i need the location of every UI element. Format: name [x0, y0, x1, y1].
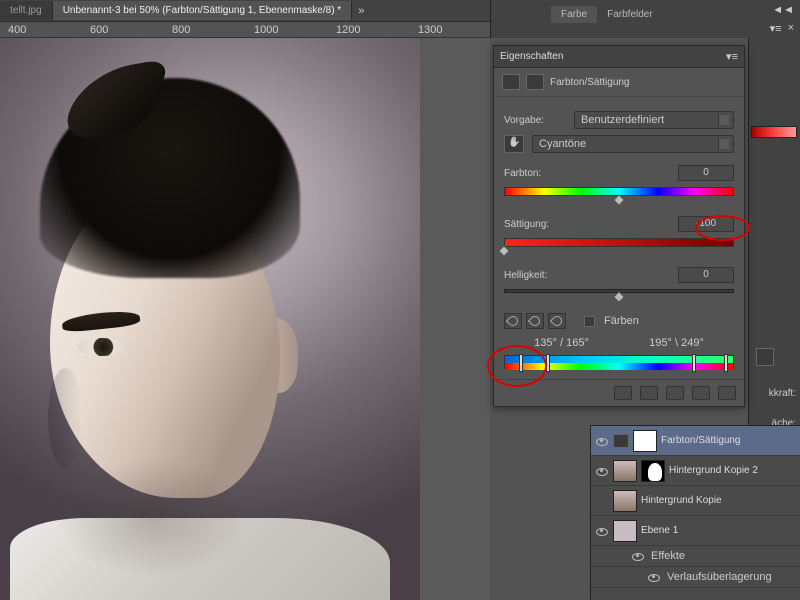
layer-row[interactable]: Hintergrund Kopie 2: [591, 456, 800, 486]
hue-range-bar[interactable]: [504, 355, 734, 369]
layer-row[interactable]: Hintergrund Kopie: [591, 486, 800, 516]
layer-fx-item[interactable]: Verlaufsüberlagerung: [591, 567, 800, 588]
tool-icon[interactable]: [756, 348, 774, 366]
toggle-visibility-icon[interactable]: [692, 386, 710, 400]
view-previous-icon[interactable]: [640, 386, 658, 400]
eyedropper-icon[interactable]: [504, 313, 522, 329]
saturation-slider-thumb[interactable]: [498, 245, 509, 256]
layer-row[interactable]: Ebene 1: [591, 516, 800, 546]
layer-name: Hintergrund Kopie: [641, 495, 722, 506]
layer-thumb[interactable]: [613, 460, 637, 482]
lightness-input[interactable]: 0: [678, 267, 734, 283]
visibility-icon[interactable]: [595, 434, 609, 448]
visibility-icon[interactable]: [647, 570, 661, 584]
doc-tab-2[interactable]: Unbenannt-3 bei 50% (Farbton/Sättigung 1…: [53, 1, 353, 20]
lightness-label: Helligkeit:: [504, 270, 678, 281]
panel-close-icon[interactable]: ×: [788, 22, 794, 35]
color-panel-header: ◄◄ Farbe Farbfelder ▾≡ ×: [490, 0, 800, 38]
adjustment-name: Farbton/Sättigung: [550, 77, 630, 88]
visibility-icon[interactable]: [595, 464, 609, 478]
eyedropper-subtract-icon[interactable]: [548, 313, 566, 329]
layer-name: Hintergrund Kopie 2: [669, 465, 758, 476]
hue-range-handle[interactable]: [692, 354, 696, 372]
doc-tab-1[interactable]: tellt.jpg: [0, 1, 53, 20]
opacity-label: kkraft:: [769, 388, 796, 399]
tabs-overflow-icon[interactable]: »: [352, 5, 370, 17]
ruler-tick: 1000: [254, 24, 278, 36]
layer-mask-thumb[interactable]: [633, 430, 657, 452]
visibility-icon[interactable]: [631, 549, 645, 563]
hue-range-handle[interactable]: [519, 354, 523, 372]
hue-input[interactable]: 0: [678, 165, 734, 181]
colorize-checkbox[interactable]: [584, 316, 595, 327]
hue-range-handle[interactable]: [546, 354, 550, 372]
layers-panel: Farbton/Sättigung Hintergrund Kopie 2 Hi…: [590, 425, 800, 600]
saturation-label: Sättigung:: [504, 219, 678, 230]
visibility-icon[interactable]: [595, 524, 609, 538]
colorize-label: Färben: [604, 315, 639, 327]
layer-thumb[interactable]: [613, 520, 637, 542]
reset-icon[interactable]: [666, 386, 684, 400]
trash-icon[interactable]: [718, 386, 736, 400]
ruler-tick: 400: [8, 24, 26, 36]
canvas[interactable]: [0, 38, 490, 600]
channel-dropdown[interactable]: Cyantöne▾: [532, 135, 734, 153]
eyedropper-add-icon[interactable]: [526, 313, 544, 329]
photo-portrait: [0, 38, 420, 600]
layer-row[interactable]: Farbton/Sättigung: [591, 426, 800, 456]
panel-menu-icon[interactable]: ▾≡: [770, 22, 782, 35]
preset-dropdown[interactable]: Benutzerdefiniert▾: [574, 111, 734, 129]
properties-title: Eigenschaften: [500, 51, 563, 62]
color-ramp[interactable]: [751, 126, 797, 138]
tab-farbe[interactable]: Farbe: [551, 6, 597, 23]
effects-label: Effekte: [651, 550, 685, 562]
ruler-tick: 800: [172, 24, 190, 36]
layer-name: Ebene 1: [641, 525, 678, 536]
adjustment-thumb-icon: [613, 434, 629, 448]
properties-panel: Eigenschaften ▾≡ Farbton/Sättigung Vorga…: [493, 45, 745, 407]
tab-farbfelder[interactable]: Farbfelder: [597, 6, 663, 23]
mask-icon[interactable]: [526, 74, 544, 90]
ruler-tick: 1300: [418, 24, 442, 36]
adjustment-icon[interactable]: [502, 74, 520, 90]
layer-mask-thumb[interactable]: [641, 460, 665, 482]
saturation-slider[interactable]: [504, 238, 734, 247]
hue-range-handle[interactable]: [724, 354, 728, 372]
ruler-tick: 600: [90, 24, 108, 36]
saturation-input[interactable]: -100: [678, 216, 734, 232]
preset-label: Vorgabe:: [504, 115, 574, 126]
hue-slider-thumb[interactable]: [613, 194, 624, 205]
layer-thumb[interactable]: [613, 490, 637, 512]
layer-name: Farbton/Sättigung: [661, 435, 741, 446]
lightness-slider-thumb[interactable]: [613, 291, 624, 302]
panel-collapse-icon[interactable]: ◄◄: [772, 4, 794, 16]
targeted-adjustment-icon[interactable]: [504, 135, 524, 153]
effect-name: Verlaufsüberlagerung: [667, 571, 772, 583]
clip-to-layer-icon[interactable]: [614, 386, 632, 400]
hue-label: Farbton:: [504, 168, 678, 179]
hue-range-labels: 135° / 165° 195° \ 249°: [504, 337, 734, 349]
panel-menu-icon[interactable]: ▾≡: [726, 50, 738, 63]
layer-fx-row[interactable]: Effekte: [591, 546, 800, 567]
ruler-tick: 1200: [336, 24, 360, 36]
